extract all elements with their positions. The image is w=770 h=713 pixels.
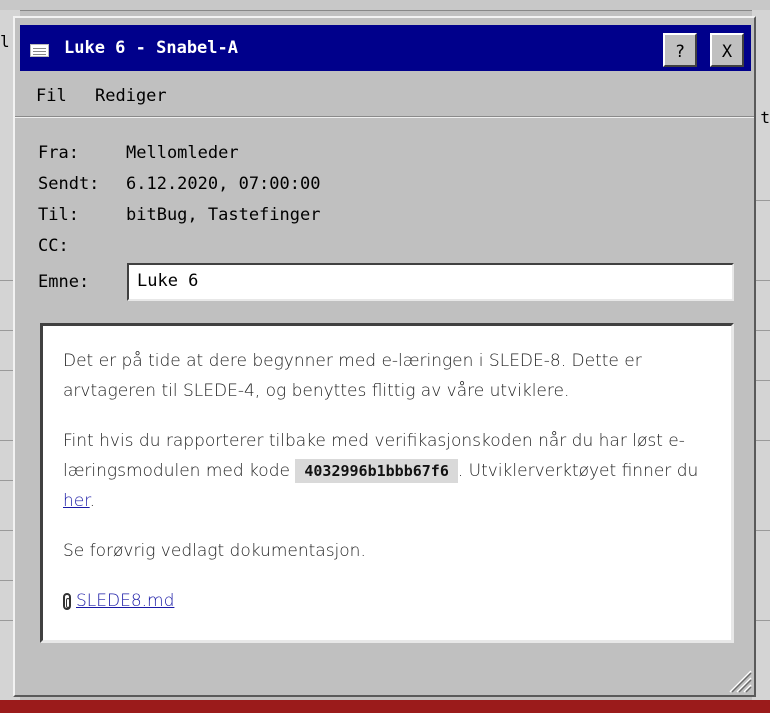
body-paragraph-3: Se forøvrig vedlagt dokumentasjon. bbox=[63, 541, 366, 561]
subject-field[interactable]: Luke 6 bbox=[127, 263, 734, 301]
sent-value: 6.12.2020, 07:00:00 bbox=[126, 174, 321, 194]
window-title: Luke 6 - Snabel-A bbox=[64, 38, 238, 58]
background-text: t bbox=[760, 108, 770, 127]
sent-label: Sendt: bbox=[38, 174, 100, 194]
subject-label: Emne: bbox=[38, 272, 90, 292]
menu-bar: Fil Rediger bbox=[15, 78, 754, 117]
message-body: Det er på tide at dere begynner med e-læ… bbox=[40, 323, 734, 643]
help-button[interactable]: ? bbox=[663, 33, 697, 67]
attachment-link[interactable]: SLEDE8.md bbox=[76, 586, 174, 616]
mail-icon bbox=[30, 44, 49, 57]
body-paragraph-2: Fint hvis du rapporterer tilbake med ver… bbox=[63, 426, 703, 516]
menu-item-rediger[interactable]: Rediger bbox=[95, 86, 167, 106]
body-text: . Utviklerverktøyet finner du bbox=[457, 461, 699, 481]
close-button[interactable]: X bbox=[710, 33, 744, 67]
cc-label: CC: bbox=[38, 236, 69, 256]
from-value: Mellomleder bbox=[126, 143, 239, 163]
paperclip-icon bbox=[63, 592, 71, 610]
from-label: Fra: bbox=[38, 143, 79, 163]
background-text: l bbox=[0, 32, 10, 51]
verification-code: 4032996b1bbb67f6 bbox=[295, 459, 458, 483]
developer-tool-link[interactable]: her bbox=[63, 491, 90, 511]
to-label: Til: bbox=[38, 205, 79, 225]
background-window-top bbox=[0, 0, 770, 11]
email-window: Luke 6 - Snabel-A ? X Fil Rediger Fra: M… bbox=[13, 16, 756, 697]
attachment[interactable]: SLEDE8.md bbox=[63, 586, 703, 616]
resize-grip-icon[interactable] bbox=[726, 667, 752, 693]
to-value: bitBug, Tastefinger bbox=[126, 205, 321, 225]
body-text: . bbox=[89, 491, 96, 511]
title-bar[interactable]: Luke 6 - Snabel-A ? X bbox=[20, 25, 751, 71]
menu-item-fil[interactable]: Fil bbox=[36, 86, 67, 106]
taskbar-strip bbox=[0, 700, 770, 713]
body-paragraph-1: Det er på tide at dere begynner med e-læ… bbox=[63, 351, 642, 401]
